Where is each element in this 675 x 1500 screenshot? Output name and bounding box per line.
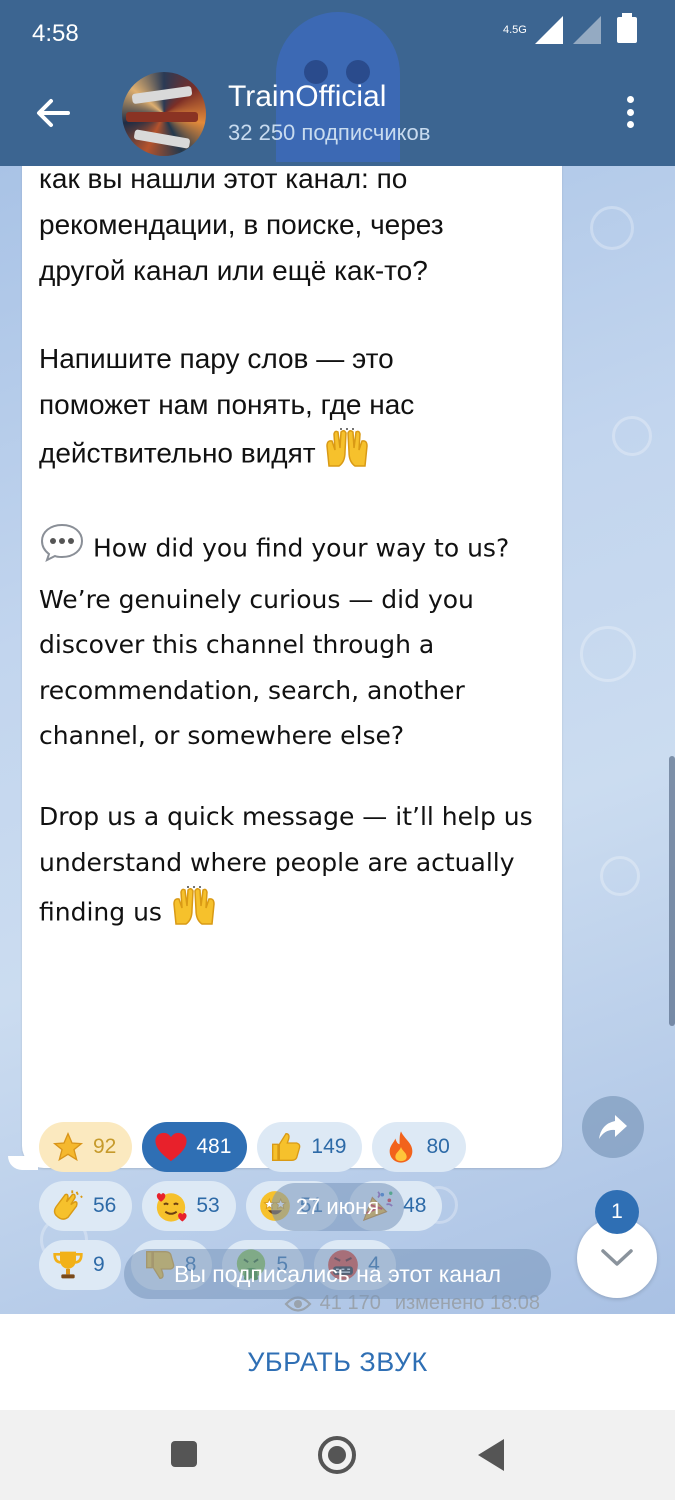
status-bar: 4:58 4.5G — [0, 0, 675, 70]
bubble-tail — [8, 1156, 38, 1170]
back-button[interactable] — [30, 90, 76, 136]
clapping-icon — [51, 1189, 85, 1223]
message-en-paragraph-1: How did you find your way to us? We’re g… — [39, 522, 554, 759]
message-bubble[interactable]: как вы нашли этот канал: по рекомендации… — [22, 166, 562, 1314]
reaction-clap[interactable]: 56 — [39, 1181, 133, 1231]
raising-hands-icon — [323, 428, 371, 482]
date-separator: 27 июня — [271, 1183, 404, 1231]
chat-area[interactable]: как вы нашли этот канал: по рекомендации… — [0, 166, 675, 1314]
reaction-star[interactable]: 92 — [39, 1122, 133, 1172]
network-type: 4.5G — [503, 23, 527, 36]
scrollbar[interactable] — [669, 756, 675, 1026]
unread-badge: 1 — [595, 1190, 639, 1234]
signal-icon — [535, 16, 563, 44]
more-button[interactable] — [615, 92, 645, 132]
chevron-down-icon — [601, 1249, 633, 1266]
share-button[interactable] — [582, 1096, 644, 1158]
mute-button[interactable]: УБРАТЬ ЗВУК — [0, 1314, 675, 1410]
message-ru-paragraph-1: как вы нашли этот канал: по рекомендации… — [39, 166, 444, 286]
reaction-heart[interactable]: 481 — [142, 1122, 248, 1172]
channel-avatar[interactable] — [122, 72, 206, 156]
trophy-icon — [51, 1248, 85, 1282]
more-vert-icon — [626, 96, 634, 103]
reaction-trophy[interactable]: 9 — [39, 1240, 121, 1290]
star-icon — [51, 1130, 85, 1164]
system-nav-bar — [0, 1410, 675, 1500]
app-bar: 4:58 4.5G TrainOfficial 32 250 подписчик… — [0, 0, 675, 166]
nav-back-icon[interactable] — [478, 1439, 504, 1471]
recents-icon[interactable] — [171, 1441, 197, 1467]
status-icons: 4.5G — [503, 13, 637, 44]
reaction-smiling-hearts[interactable]: 53 — [142, 1181, 236, 1231]
status-time: 4:58 — [32, 20, 79, 47]
reaction-thumbs-up[interactable]: 149 — [257, 1122, 363, 1172]
share-arrow-icon — [599, 1115, 627, 1139]
battery-icon — [617, 13, 637, 43]
speech-bubble-icon — [39, 522, 85, 577]
signal-icon — [573, 16, 601, 44]
smiling-hearts-icon — [154, 1189, 188, 1223]
home-icon[interactable] — [318, 1436, 356, 1474]
message-ru-paragraph-2: Напишите пару слов — это поможет нам пон… — [39, 336, 554, 482]
reaction-fire[interactable]: 80 — [372, 1122, 466, 1172]
thumbs-up-icon — [269, 1130, 303, 1164]
channel-title[interactable]: TrainOfficial — [228, 80, 386, 114]
fire-icon — [384, 1130, 418, 1164]
heart-icon — [154, 1130, 188, 1164]
back-arrow-icon — [37, 99, 70, 127]
subscribed-notice: Вы подписались на этот канал — [124, 1249, 551, 1299]
subscriber-count: 32 250 подписчиков — [228, 120, 431, 145]
message-en-paragraph-2: Drop us a quick message — it’ll help us … — [39, 794, 554, 942]
raising-hands-icon — [170, 885, 218, 942]
